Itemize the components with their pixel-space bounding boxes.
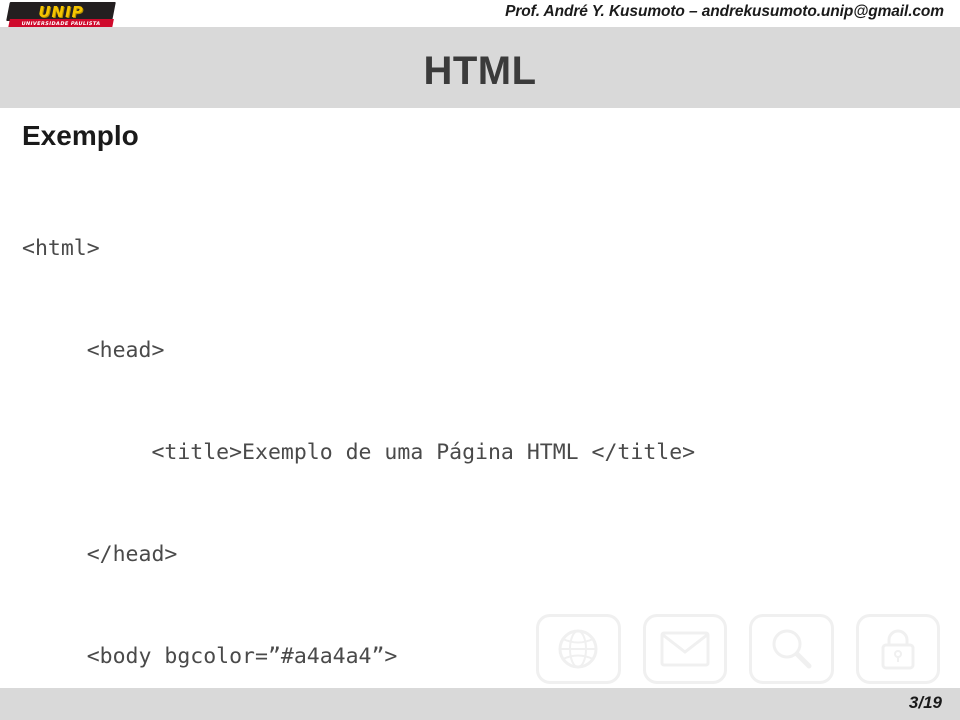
envelope-icon	[642, 614, 727, 684]
title-band: HTML	[0, 27, 960, 108]
code-line: <head>	[22, 338, 165, 363]
code-line: <title>Exemplo de uma Página HTML </titl…	[22, 440, 696, 465]
slide-content: Exemplo <html> <head> <title>Exemplo de …	[0, 108, 960, 688]
slide-footer: 3/19	[0, 688, 960, 720]
author-contact-line: Prof. André Y. Kusumoto – andrekusumoto.…	[505, 3, 944, 20]
slide-header: UNIP UNIVERSIDADE PAULISTA Prof. André Y…	[0, 0, 960, 28]
page-title: HTML	[423, 49, 537, 93]
code-line: <html>	[22, 236, 100, 261]
section-heading: Exemplo	[22, 120, 139, 151]
code-line: </head>	[22, 542, 178, 567]
magnifier-icon	[749, 614, 834, 684]
unip-logo: UNIP UNIVERSIDADE PAULISTA	[6, 2, 116, 28]
globe-icon	[536, 614, 621, 684]
slide-root: UNIP UNIVERSIDADE PAULISTA Prof. André Y…	[0, 0, 960, 720]
watermark-icon-strip	[536, 613, 940, 685]
padlock-icon	[855, 614, 940, 684]
page-number: 3/19	[908, 693, 942, 712]
